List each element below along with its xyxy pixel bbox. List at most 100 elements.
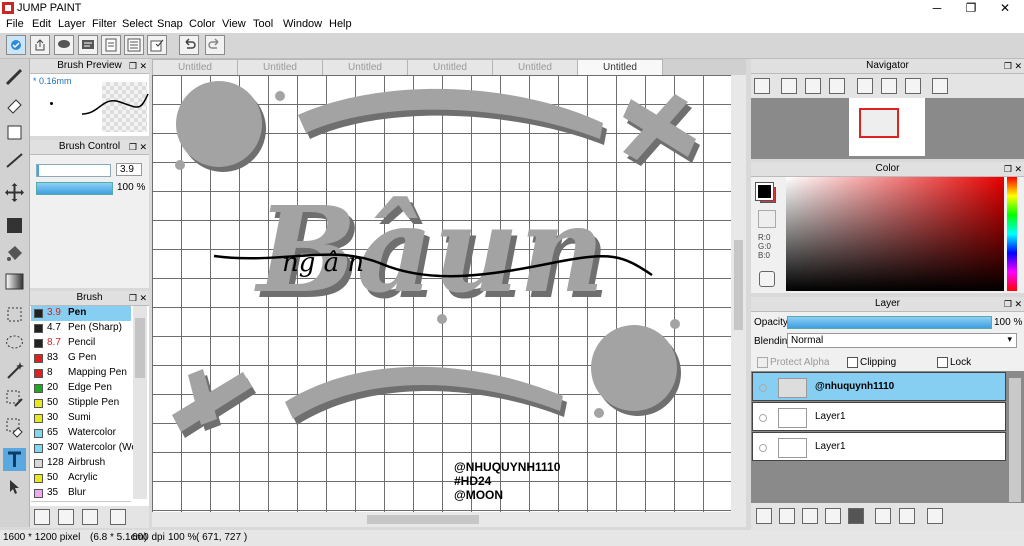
panel-buttons-icon[interactable]: ❐ ✕ <box>129 59 147 73</box>
clipping-checkbox[interactable] <box>847 357 858 368</box>
add-brush-icon[interactable] <box>34 509 50 525</box>
menu-window[interactable]: Window <box>283 18 322 30</box>
canvas-vertical-scrollbar[interactable] <box>731 75 746 512</box>
cloud-icon[interactable] <box>6 35 26 55</box>
brush-list-item[interactable]: 8 Mapping Pen <box>31 366 131 382</box>
folder-icon[interactable] <box>848 508 864 524</box>
trash-icon[interactable] <box>927 508 943 524</box>
brush-list-item[interactable]: 3.9 Pen <box>31 306 131 322</box>
comment-icon[interactable] <box>78 35 98 55</box>
layer-row[interactable]: @nhuquynh1110 <box>752 372 1006 401</box>
brush-list-item[interactable]: 8.7 Pencil <box>31 336 131 352</box>
color-saturation-field[interactable] <box>786 177 1004 291</box>
rotate-left-icon[interactable] <box>857 78 873 94</box>
panel-buttons-icon[interactable]: ❐ ✕ <box>1004 162 1022 176</box>
undo-icon[interactable] <box>179 35 199 55</box>
list-icon[interactable] <box>124 35 144 55</box>
menu-tool[interactable]: Tool <box>253 18 273 30</box>
lasso-tool-icon[interactable] <box>3 331 26 354</box>
visibility-icon[interactable] <box>759 414 767 422</box>
protect-alpha-checkbox[interactable] <box>757 357 768 368</box>
menu-help[interactable]: Help <box>329 18 352 30</box>
brush-list-item[interactable]: 20 Edge Pen <box>31 381 131 397</box>
brush-menu-icon[interactable] <box>82 509 98 525</box>
brush-list-scrollbar[interactable] <box>133 306 147 499</box>
brush-list-item[interactable]: 50 Stipple Pen <box>31 396 131 412</box>
line-tool-icon[interactable] <box>3 149 26 172</box>
new-text-layer-icon[interactable] <box>825 508 841 524</box>
fill-rect-tool-icon[interactable] <box>3 214 26 237</box>
zoom-out-icon[interactable] <box>829 78 845 94</box>
menu-view[interactable]: View <box>222 18 246 30</box>
panel-buttons-icon[interactable]: ❐ ✕ <box>1004 297 1022 311</box>
menu-filter[interactable]: Filter <box>92 18 116 30</box>
layer-row[interactable]: Layer1 <box>752 402 1006 431</box>
duplicate-layer-icon[interactable] <box>875 508 891 524</box>
bucket-tool-icon[interactable] <box>3 242 26 265</box>
select-eraser-tool-icon[interactable] <box>3 415 26 438</box>
fit-icon[interactable] <box>805 78 821 94</box>
new-brush-icon[interactable] <box>58 509 74 525</box>
lock-checkbox[interactable] <box>937 357 948 368</box>
panel-buttons-icon[interactable]: ❐ ✕ <box>129 140 147 154</box>
panel-buttons-icon[interactable]: ❐ ✕ <box>129 291 147 305</box>
menu-file[interactable]: File <box>6 18 24 30</box>
menu-snap[interactable]: Snap <box>157 18 183 30</box>
share-icon[interactable] <box>30 35 50 55</box>
primary-color-swatch[interactable] <box>755 182 774 201</box>
visibility-icon[interactable] <box>759 444 767 452</box>
blending-select[interactable]: Normal ▾ <box>787 333 1017 348</box>
new-vector-layer-icon[interactable] <box>779 508 795 524</box>
flip-icon[interactable] <box>932 78 948 94</box>
brush-list-item[interactable]: 50 Acrylic <box>31 471 131 487</box>
hue-slider[interactable] <box>1007 177 1017 291</box>
rectangle-tool-icon[interactable] <box>3 121 26 144</box>
tab-untitled-4[interactable]: Untitled <box>407 59 493 75</box>
move-tool-icon[interactable] <box>3 181 26 204</box>
text-tool-icon[interactable] <box>3 448 26 471</box>
gradient-tool-icon[interactable] <box>3 270 26 293</box>
transparent-color-swatch[interactable] <box>758 210 776 228</box>
zoom-in-icon[interactable] <box>781 78 797 94</box>
rotate-right-icon[interactable] <box>905 78 921 94</box>
magic-wand-tool-icon[interactable] <box>3 359 26 382</box>
merge-layer-icon[interactable] <box>899 508 915 524</box>
brush-list-item[interactable]: 4.7 Pen (Sharp) <box>31 321 131 337</box>
brush-size-input[interactable]: 3.9 <box>116 163 142 176</box>
brush-list-item[interactable]: 30 Sumi <box>31 411 131 427</box>
menu-layer[interactable]: Layer <box>58 18 86 30</box>
brush-tool-icon[interactable] <box>3 65 26 88</box>
rotate-reset-icon[interactable] <box>881 78 897 94</box>
zoom-icon[interactable] <box>754 78 770 94</box>
grid-check-icon[interactable] <box>147 35 167 55</box>
tab-untitled-2[interactable]: Untitled <box>237 59 323 75</box>
visibility-icon[interactable] <box>759 384 767 392</box>
layer-row[interactable]: Layer1 <box>752 432 1006 461</box>
brush-list-item[interactable]: 307 Watercolor (We <box>31 441 137 457</box>
brush-list-item[interactable]: 83 G Pen <box>31 351 131 367</box>
drawing-canvas[interactable]: Bâun Bâun ng â n @NHUQUYNH1110 #HD24 @MO… <box>152 75 731 512</box>
redo-icon[interactable] <box>205 35 225 55</box>
select-pen-tool-icon[interactable] <box>3 387 26 410</box>
panel-buttons-icon[interactable]: ❐ ✕ <box>1004 59 1022 73</box>
maximize-button[interactable]: ❐ <box>954 0 988 17</box>
tab-untitled-1[interactable]: Untitled <box>152 59 238 75</box>
menu-edit[interactable]: Edit <box>32 18 51 30</box>
minimize-button[interactable]: ─ <box>920 0 954 17</box>
brush-opacity-slider[interactable] <box>36 182 113 195</box>
menu-color[interactable]: Color <box>189 18 215 30</box>
rect-select-tool-icon[interactable] <box>3 303 26 326</box>
eraser-tool-icon[interactable] <box>3 93 26 116</box>
new-layer-icon[interactable] <box>756 508 772 524</box>
operation-tool-icon[interactable] <box>3 476 26 499</box>
tab-untitled-6[interactable]: Untitled <box>577 59 663 75</box>
speech-bubble-icon[interactable] <box>54 35 74 55</box>
brush-size-slider[interactable] <box>36 164 111 177</box>
canvas-horizontal-scrollbar[interactable] <box>152 512 746 527</box>
palette-icon[interactable] <box>759 271 775 287</box>
navigator-thumbnail[interactable] <box>849 98 925 156</box>
layer-opacity-slider[interactable] <box>787 316 992 329</box>
brush-list-item[interactable]: 65 Watercolor <box>31 426 131 442</box>
tab-untitled-3[interactable]: Untitled <box>322 59 408 75</box>
page-icon[interactable] <box>101 35 121 55</box>
